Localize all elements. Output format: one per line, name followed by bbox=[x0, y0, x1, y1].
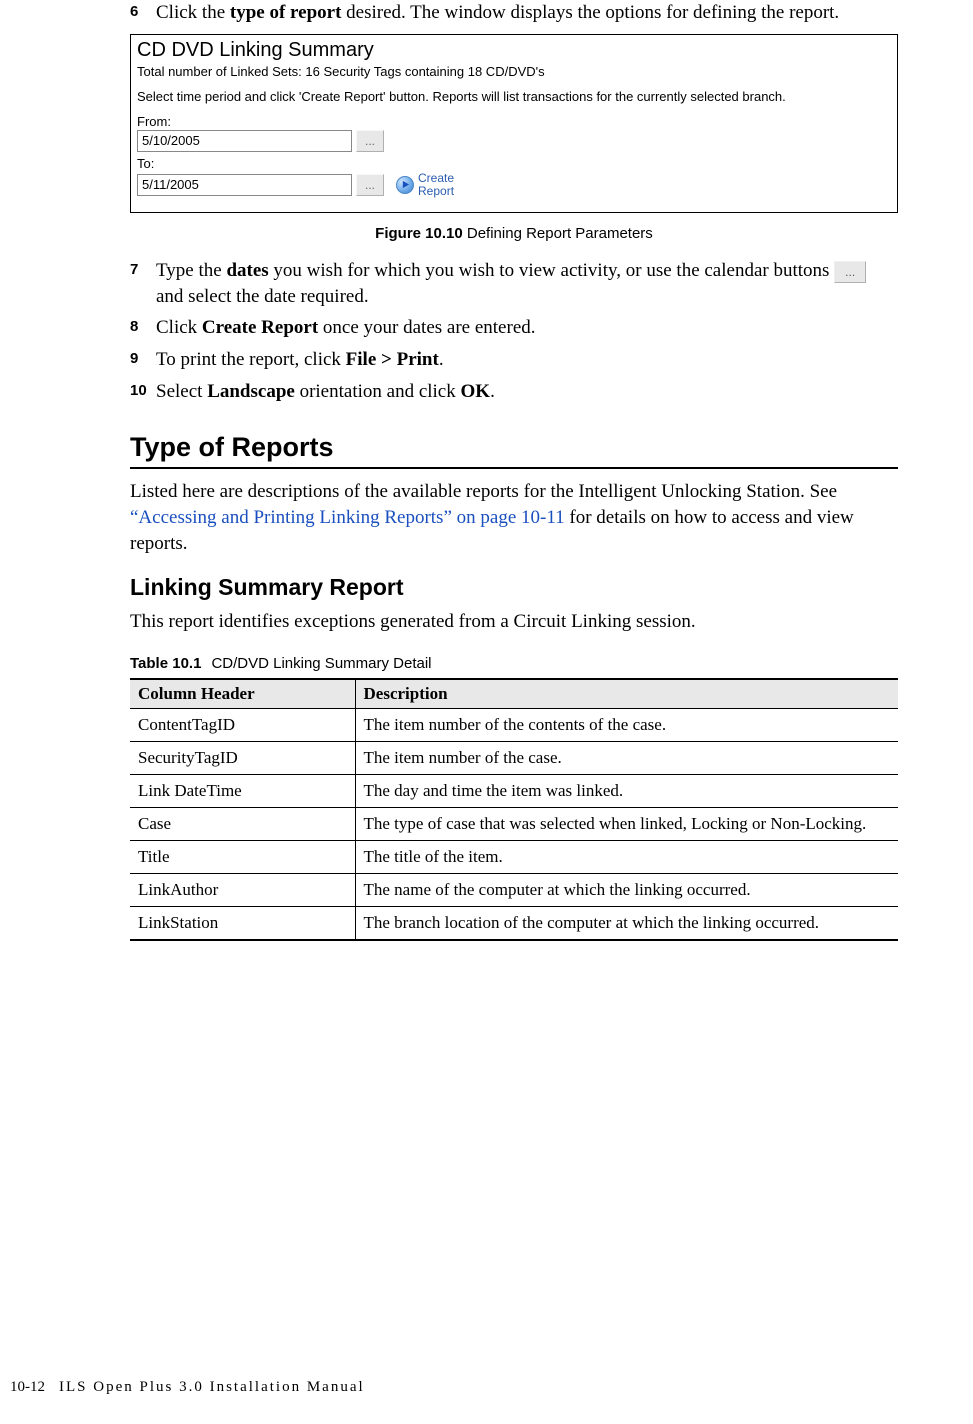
table-body: ContentTagIDThe item number of the conte… bbox=[130, 708, 898, 940]
table-row: TitleThe title of the item. bbox=[130, 841, 898, 874]
table-cell: Title bbox=[130, 841, 355, 874]
section-title: Type of Reports bbox=[130, 432, 898, 463]
table-cell: LinkStation bbox=[130, 907, 355, 941]
table-cell: LinkAuthor bbox=[130, 874, 355, 907]
table-row: ContentTagIDThe item number of the conte… bbox=[130, 708, 898, 741]
step-item: 7Type the dates you wish for which you w… bbox=[130, 258, 898, 309]
step-list-1: 6Click the type of report desired. The w… bbox=[130, 0, 898, 26]
table-row: CaseThe type of case that was selected w… bbox=[130, 808, 898, 841]
table-cell: The type of case that was selected when … bbox=[355, 808, 898, 841]
table-caption-label: Table 10.1 bbox=[130, 655, 201, 672]
step-number: 7 bbox=[130, 258, 156, 309]
table-cell: ContentTagID bbox=[130, 708, 355, 741]
from-date-input[interactable] bbox=[137, 130, 352, 152]
from-label: From: bbox=[137, 114, 891, 129]
section-paragraph: Listed here are descriptions of the avai… bbox=[130, 479, 898, 556]
table-cell: Link DateTime bbox=[130, 774, 355, 807]
step-item: 6Click the type of report desired. The w… bbox=[130, 0, 898, 26]
from-calendar-button[interactable]: ... bbox=[356, 130, 384, 152]
table-header-row: Column HeaderDescription bbox=[130, 679, 898, 709]
step-number: 8 bbox=[130, 315, 156, 341]
table-header-cell: Column Header bbox=[130, 679, 355, 709]
page-footer: 10-12 ILS Open Plus 3.0 Installation Manu… bbox=[0, 1379, 365, 1396]
table-cell: The branch location of the computer at w… bbox=[355, 907, 898, 941]
from-field-row: ... bbox=[137, 130, 891, 152]
table-cell: The item number of the contents of the c… bbox=[355, 708, 898, 741]
create-report-button[interactable]: Create Report bbox=[396, 172, 454, 198]
table-caption: Table 10.1 CD/DVD Linking Summary Detail bbox=[130, 655, 898, 672]
linking-summary-table: Column HeaderDescription ContentTagIDThe… bbox=[130, 678, 898, 942]
step-text: To print the report, click File > Print. bbox=[156, 347, 898, 373]
step-number: 10 bbox=[130, 379, 156, 405]
step-list-2: 7Type the dates you wish for which you w… bbox=[130, 258, 898, 404]
create-report-label: Create Report bbox=[418, 172, 454, 198]
table-row: LinkStationThe branch location of the co… bbox=[130, 907, 898, 941]
section-rule bbox=[130, 467, 898, 469]
figure-frame: CD DVD Linking Summary Total number of L… bbox=[130, 34, 898, 213]
play-circle-icon bbox=[396, 176, 414, 194]
figure-caption: Figure 10.10 Defining Report Parameters bbox=[130, 225, 898, 242]
table-caption-text: CD/DVD Linking Summary Detail bbox=[211, 655, 431, 672]
to-field-row: ... Create Report bbox=[137, 172, 891, 198]
table-cell: The day and time the item was linked. bbox=[355, 774, 898, 807]
table-cell: The title of the item. bbox=[355, 841, 898, 874]
table-cell: Case bbox=[130, 808, 355, 841]
figure-instruction: Select time period and click 'Create Rep… bbox=[137, 89, 891, 104]
cross-reference-link[interactable]: “Accessing and Printing Linking Reports”… bbox=[130, 507, 565, 528]
step-text: Click Create Report once your dates are … bbox=[156, 315, 898, 341]
to-label: To: bbox=[137, 156, 891, 171]
table-row: SecurityTagIDThe item number of the case… bbox=[130, 741, 898, 774]
table-header-cell: Description bbox=[355, 679, 898, 709]
step-number: 9 bbox=[130, 347, 156, 373]
figure-summary-line: Total number of Linked Sets: 16 Security… bbox=[137, 64, 891, 79]
table-cell: SecurityTagID bbox=[130, 741, 355, 774]
page-number: 10-12 bbox=[10, 1379, 45, 1395]
step-item: 10Select Landscape orientation and click… bbox=[130, 379, 898, 405]
figure-window-title: CD DVD Linking Summary bbox=[137, 39, 891, 62]
to-date-input[interactable] bbox=[137, 174, 352, 196]
step-text: Select Landscape orientation and click O… bbox=[156, 379, 898, 405]
figure-caption-label: Figure 10.10 bbox=[375, 225, 463, 242]
table-cell: The name of the computer at which the li… bbox=[355, 874, 898, 907]
to-calendar-button[interactable]: ... bbox=[356, 174, 384, 196]
manual-title: ILS Open Plus 3.0 Installation Manual bbox=[59, 1379, 365, 1395]
figure-caption-text: Defining Report Parameters bbox=[463, 225, 653, 242]
table-row: Link DateTimeThe day and time the item w… bbox=[130, 774, 898, 807]
table-cell: The item number of the case. bbox=[355, 741, 898, 774]
table-row: LinkAuthorThe name of the computer at wh… bbox=[130, 874, 898, 907]
subsection-title: Linking Summary Report bbox=[130, 574, 898, 601]
step-item: 8Click Create Report once your dates are… bbox=[130, 315, 898, 341]
step-text: Type the dates you wish for which you wi… bbox=[156, 258, 898, 309]
subsection-paragraph: This report identifies exceptions genera… bbox=[130, 609, 898, 635]
step-item: 9To print the report, click File > Print… bbox=[130, 347, 898, 373]
step-number: 6 bbox=[130, 0, 156, 26]
step-text: Click the type of report desired. The wi… bbox=[156, 0, 898, 26]
